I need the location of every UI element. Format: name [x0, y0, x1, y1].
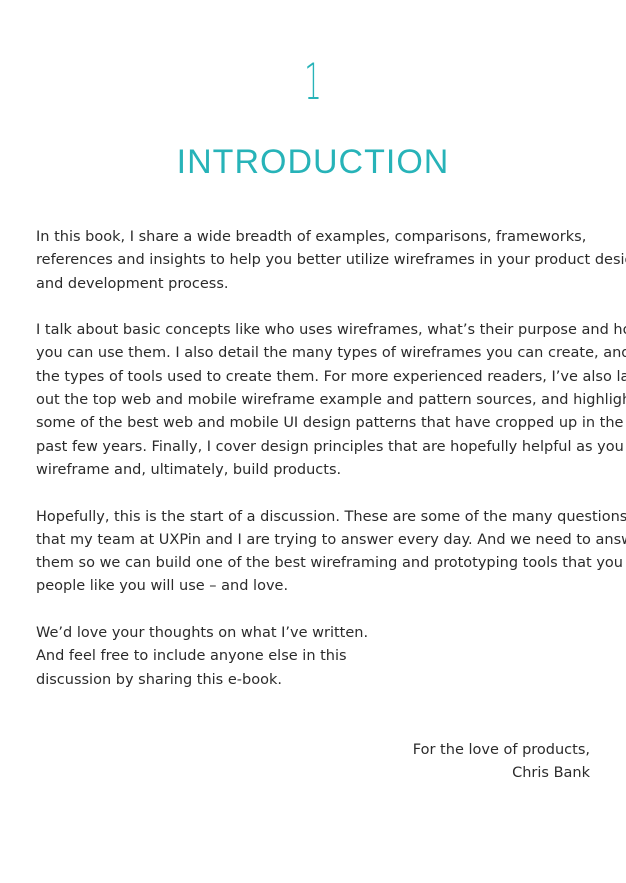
author-name: Chris Bank: [512, 765, 590, 782]
text-line: We’d love your thoughts on what I’ve wri…: [36, 625, 369, 642]
text-line: I talk about basic concepts like who use…: [36, 322, 626, 339]
chapter-title: INTRODUCTION: [176, 143, 450, 181]
paragraph-discussion: Hopefully, this is the start of a discus…: [36, 506, 626, 599]
text-line: In this book, I share a wide breadth of …: [36, 229, 587, 245]
text-line: some of the best web and mobile UI desig…: [36, 415, 624, 432]
text-line: that my team at UXPin and I are trying t…: [36, 531, 626, 548]
text-line: and development process.: [36, 275, 229, 292]
text-line: the types of tools used to create them. …: [36, 368, 626, 385]
text-line: wireframe and, ultimately, build product…: [36, 461, 342, 478]
text-line: past few years. Finally, I cover design …: [36, 438, 624, 455]
paragraph-thoughts: We’d love your thoughts on what I’ve wri…: [36, 622, 596, 692]
paragraph-concepts: I talk about basic concepts like who use…: [36, 319, 626, 482]
text-line: out the top web and mobile wireframe exa…: [36, 392, 626, 409]
text-line: you can use them. I also detail the many…: [36, 345, 626, 362]
text-line: discussion by sharing this e-book.: [36, 671, 282, 688]
text-line: Hopefully, this is the start of a discus…: [36, 508, 626, 525]
text-line: And feel free to include anyone else in …: [36, 648, 347, 665]
text-line: people like you will use – and love.: [36, 578, 289, 595]
document-page: 1 INTRODUCTION In this book, I share a w…: [0, 0, 626, 883]
body-text: In this book, I share a wide breadth of …: [36, 226, 626, 715]
paragraph-intro: In this book, I share a wide breadth of …: [36, 226, 626, 296]
signoff: For the love of products, Chris Bank: [413, 739, 590, 786]
signoff-line: For the love of products,: [412, 742, 590, 758]
text-line: them so we can build one of the best wir…: [36, 555, 626, 572]
chapter-number: 1: [304, 53, 322, 111]
text-line: references and insights to help you bett…: [36, 252, 626, 269]
